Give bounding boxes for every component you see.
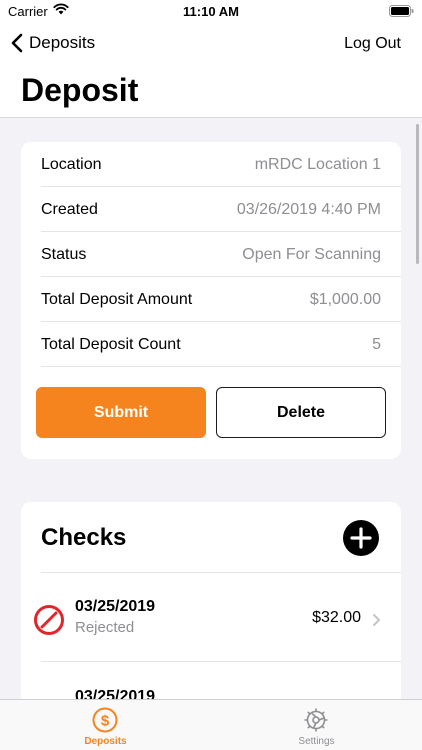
logout-button[interactable]: Log Out: [344, 35, 401, 53]
tab-label: Settings: [298, 736, 335, 747]
detail-label: Total Deposit Count: [41, 336, 181, 353]
detail-label: Total Deposit Amount: [41, 291, 193, 308]
detail-row-created: Created 03/26/2019 4:40 PM: [41, 187, 401, 232]
check-date: 03/25/2019: [75, 598, 156, 615]
detail-value: 5: [372, 336, 381, 353]
checks-card: Checks 03/25/2019 Rejected $32.00 03/25/…: [21, 502, 401, 699]
check-list-item[interactable]: 03/25/2019: [21, 664, 401, 699]
check-amount: $32.00: [312, 609, 361, 626]
deposit-details-card: Location mRDC Location 1 Created 03/26/2…: [21, 142, 401, 459]
tab-settings[interactable]: Settings: [211, 700, 422, 750]
back-button[interactable]: Deposits: [10, 33, 95, 53]
check-date: 03/25/2019: [75, 688, 156, 699]
detail-row-status: Status Open For Scanning: [41, 232, 401, 277]
check-status: Rejected: [75, 619, 135, 636]
clock: 11:10 AM: [183, 4, 239, 19]
delete-button[interactable]: Delete: [216, 387, 386, 438]
add-check-icon[interactable]: [343, 520, 379, 556]
dollar-circle-icon: $: [92, 707, 118, 733]
chevron-left-icon: [11, 33, 23, 53]
detail-row-location: Location mRDC Location 1: [41, 142, 401, 187]
svg-text:$: $: [101, 713, 110, 730]
detail-label: Status: [41, 246, 87, 263]
tab-deposits[interactable]: $ Deposits: [0, 700, 211, 750]
gear-icon: [304, 708, 328, 732]
detail-label: Location: [41, 156, 102, 173]
detail-value: 03/26/2019 4:40 PM: [236, 201, 381, 218]
submit-button[interactable]: Submit: [36, 387, 206, 438]
tab-label: Deposits: [84, 736, 127, 747]
tab-bar: $ Deposits Settings: [0, 699, 422, 750]
chevron-right-icon: [373, 614, 380, 626]
divider: [41, 572, 401, 573]
detail-label: Created: [41, 201, 98, 218]
divider: [41, 661, 401, 662]
rejected-icon: [34, 605, 64, 635]
check-list-item[interactable]: 03/25/2019 Rejected $32.00: [21, 574, 401, 662]
detail-value: $1,000.00: [309, 291, 381, 308]
page-title: Deposit: [21, 72, 139, 108]
navigation-header: Deposits Log Out Deposit: [0, 26, 422, 118]
scrollbar[interactable]: [416, 124, 419, 264]
checks-title: Checks: [41, 524, 127, 551]
detail-value: mRDC Location 1: [254, 156, 381, 173]
status-bar: Carrier 11:10 AM: [0, 0, 422, 26]
detail-row-total-count: Total Deposit Count 5: [41, 322, 401, 367]
detail-row-total-amount: Total Deposit Amount $1,000.00: [41, 277, 401, 322]
battery-icon: [389, 5, 414, 17]
back-button-label: Deposits: [29, 33, 96, 52]
detail-value: Open For Scanning: [242, 246, 381, 263]
deposit-scroll-view[interactable]: Location mRDC Location 1 Created 03/26/2…: [0, 118, 422, 699]
